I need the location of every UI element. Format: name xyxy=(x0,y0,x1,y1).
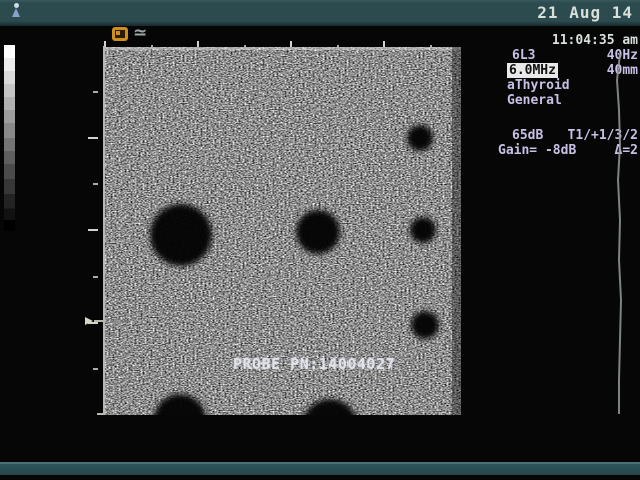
ruler-tick xyxy=(93,91,98,93)
transducer-label: 6L3 xyxy=(512,48,535,63)
time-display: 11:04:35 am xyxy=(494,33,640,48)
gain-label: Gain= xyxy=(498,143,537,158)
ruler-tick xyxy=(88,229,98,231)
anechoic-target xyxy=(296,210,340,254)
tgc-curve xyxy=(606,50,632,418)
focus-marker-icon xyxy=(85,317,93,325)
ruler-tick xyxy=(93,183,98,185)
bottom-status-bar xyxy=(0,462,640,475)
date-display: 21 Aug 14 xyxy=(537,3,633,22)
anechoic-target xyxy=(410,217,436,243)
left-ruler-ticks xyxy=(0,46,103,415)
ruler-tick xyxy=(93,276,98,278)
gain-value: -8dB xyxy=(545,143,576,158)
ruler-tick xyxy=(93,368,98,370)
anechoic-target xyxy=(150,204,212,266)
ruler-tick xyxy=(88,137,98,139)
patient-icon xyxy=(12,3,22,19)
focus-marker-dash xyxy=(94,320,103,322)
ultrasound-image: PROBE PN:14004027 xyxy=(105,47,461,415)
orientation-marker-icon xyxy=(112,27,128,41)
flip-indicator-icon: ≃ xyxy=(133,23,147,43)
patient-icon-body xyxy=(12,8,20,17)
ultrasound-screen: 21 Aug 14 ≃ xyxy=(0,0,640,480)
dynamic-range-value: 65dB xyxy=(512,128,543,143)
anechoic-target xyxy=(407,125,433,151)
title-bar: 21 Aug 14 xyxy=(0,0,640,26)
anechoic-target xyxy=(411,311,439,339)
frequency-value: 6.0MHz xyxy=(507,63,558,78)
probe-overlay-text: PROBE PN:14004027 xyxy=(233,355,395,373)
